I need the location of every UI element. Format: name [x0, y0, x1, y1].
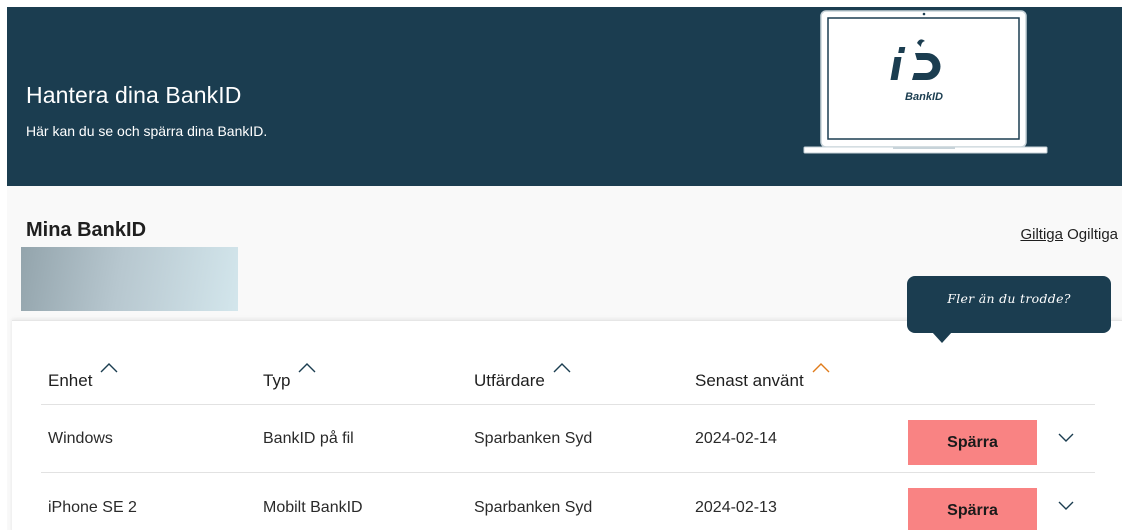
chevron-up-icon: [812, 363, 830, 373]
page: Hantera dina BankID Här kan du se och sp…: [7, 7, 1122, 530]
column-header-label: Enhet: [48, 371, 93, 390]
chevron-down-icon[interactable]: [1057, 431, 1075, 443]
user-name-redacted: [21, 247, 238, 311]
column-header-label: Senast använt: [695, 371, 804, 390]
chevron-up-icon: [553, 363, 571, 373]
page-subtitle: Här kan du se och spärra dina BankID.: [26, 123, 268, 139]
page-title: Hantera dina BankID: [26, 82, 242, 108]
cell-device: Windows: [48, 430, 113, 447]
tooltip-text: Fler än du trodde?: [947, 291, 1071, 306]
cell-type: BankID på fil: [263, 430, 354, 447]
cell-last-used: 2024-02-14: [695, 430, 777, 447]
cell-issuer: Sparbanken Syd: [474, 499, 593, 516]
cell-last-used: 2024-02-13: [695, 499, 777, 516]
column-header-issuer[interactable]: Utfärdare: [474, 363, 571, 391]
filter-links: Giltiga Ogiltiga: [1020, 226, 1118, 243]
block-button[interactable]: Spärra: [908, 488, 1037, 530]
block-button[interactable]: Spärra: [908, 420, 1037, 465]
tooltip-tail: [932, 332, 952, 343]
column-header-last-used[interactable]: Senast använt: [695, 363, 830, 391]
row-divider: [41, 472, 1095, 473]
chevron-up-icon: [298, 363, 316, 373]
cell-device: iPhone SE 2: [48, 499, 137, 516]
chevron-down-icon[interactable]: [1057, 499, 1075, 511]
cell-issuer: Sparbanken Syd: [474, 430, 593, 447]
filter-invalid-link[interactable]: Ogiltiga: [1067, 226, 1118, 243]
laptop-icon: BankID: [803, 10, 1048, 154]
column-header-type[interactable]: Typ: [263, 363, 316, 391]
section-title: Mina BankID: [26, 219, 147, 241]
bankid-logo-text: BankID: [905, 91, 943, 103]
row-divider: [41, 404, 1095, 405]
tooltip-bubble: Fler än du trodde?: [907, 276, 1111, 333]
filter-valid-link[interactable]: Giltiga: [1020, 226, 1063, 243]
chevron-up-icon: [100, 363, 118, 373]
hero-banner: Hantera dina BankID Här kan du se och sp…: [7, 7, 1122, 186]
column-header-device[interactable]: Enhet: [48, 363, 118, 391]
column-header-label: Utfärdare: [474, 371, 545, 390]
column-header-label: Typ: [263, 371, 291, 390]
cell-type: Mobilt BankID: [263, 499, 363, 516]
